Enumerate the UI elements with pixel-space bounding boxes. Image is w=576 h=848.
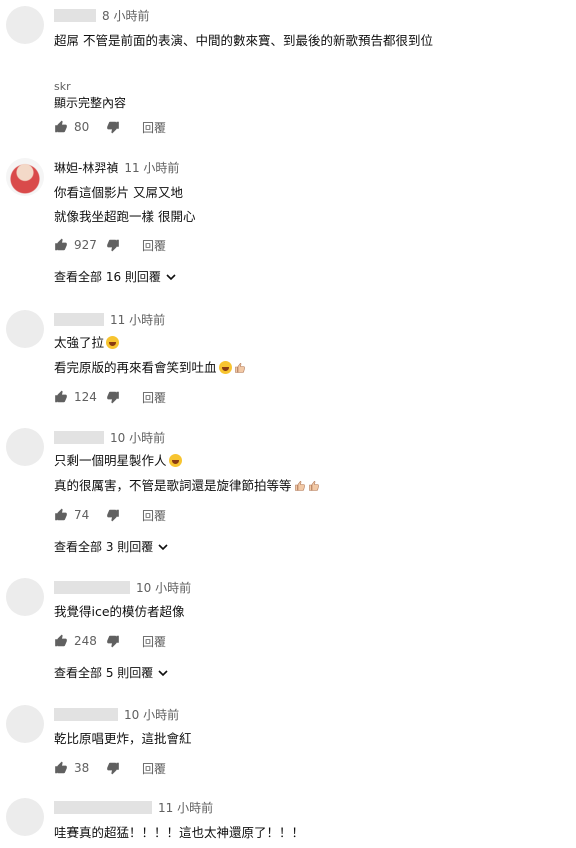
- comment-text: 超屌 不管是前面的表演、中間的數來寶、到最後的新歌預告都很到位: [54, 33, 433, 48]
- reply-button[interactable]: 回覆: [142, 760, 166, 777]
- thumbs-up-icon[interactable]: [54, 390, 68, 404]
- thumbs-up-icon[interactable]: [54, 508, 68, 522]
- reply-button[interactable]: 回覆: [142, 389, 166, 406]
- chevron-down-icon: [166, 273, 176, 280]
- comment-text: 哇賽真的超猛！！！！這也太神還原了！！！: [54, 825, 305, 840]
- author-name-redacted[interactable]: [54, 430, 104, 444]
- thumbs-down-icon[interactable]: [106, 761, 120, 775]
- like-count: 248: [74, 634, 97, 648]
- laughing-emoji-icon: [106, 336, 120, 349]
- comment-text-line-1: 太強了拉: [54, 335, 120, 351]
- view-replies-label: 查看全部 3 則回覆: [54, 540, 154, 554]
- avatar[interactable]: [6, 798, 44, 836]
- thumbs-up-emoji-icon: [234, 362, 245, 373]
- translator-label: skr: [54, 80, 71, 93]
- thumbs-up-emoji-icon: [294, 480, 305, 491]
- thumbs-up-icon[interactable]: [54, 634, 68, 648]
- author-name-redacted[interactable]: [54, 8, 96, 22]
- comment-time[interactable]: 11 小時前: [158, 799, 213, 816]
- comment-time[interactable]: 11 小時前: [110, 311, 165, 328]
- like-count: 927: [74, 238, 97, 252]
- thumbs-down-icon[interactable]: [106, 238, 120, 252]
- comment-text-line-1: 你看這個影片 又屌又地: [54, 185, 183, 200]
- avatar[interactable]: [6, 428, 44, 466]
- thumbs-up-icon[interactable]: [54, 238, 68, 252]
- reply-button[interactable]: 回覆: [142, 237, 166, 254]
- chevron-down-icon: [158, 543, 168, 550]
- thumbs-down-icon[interactable]: [106, 508, 120, 522]
- reply-button[interactable]: 回覆: [142, 633, 166, 650]
- comment-text-line-2: 看完原版的再來看會笑到吐血: [54, 360, 246, 376]
- author-name-redacted[interactable]: [54, 800, 152, 814]
- show-more-link[interactable]: 顯示完整內容: [54, 94, 126, 111]
- comment-time[interactable]: 10 小時前: [124, 706, 179, 723]
- reply-button[interactable]: 回覆: [142, 119, 166, 136]
- thumbs-down-icon[interactable]: [106, 120, 120, 134]
- avatar[interactable]: [6, 6, 44, 44]
- comment-text-line-2: 真的很厲害，不管是歌詞還是旋律節拍等等: [54, 478, 320, 494]
- avatar[interactable]: [6, 705, 44, 743]
- chevron-down-icon: [158, 669, 168, 676]
- view-replies-button[interactable]: 查看全部 3 則回覆: [54, 538, 169, 555]
- comment-text-line-1: 只剩一個明星製作人: [54, 453, 182, 469]
- thumbs-up-icon[interactable]: [54, 120, 68, 134]
- like-count: 74: [74, 508, 90, 522]
- like-count: 80: [74, 120, 90, 134]
- author-name-redacted[interactable]: [54, 707, 118, 721]
- avatar[interactable]: [6, 578, 44, 616]
- reply-button[interactable]: 回覆: [142, 507, 166, 524]
- author-name-redacted[interactable]: [54, 580, 130, 594]
- like-count: 124: [74, 390, 97, 404]
- laughing-emoji-icon: [168, 454, 182, 467]
- comment-text: 我覺得ice的模仿者超像: [54, 604, 185, 619]
- comment-time[interactable]: 10 小時前: [110, 429, 165, 446]
- comment-time[interactable]: 10 小時前: [136, 579, 191, 596]
- view-replies-label: 查看全部 5 則回覆: [54, 666, 154, 680]
- thumbs-down-icon[interactable]: [106, 634, 120, 648]
- author-name[interactable]: 琳妲-林羿禎: [54, 159, 118, 176]
- view-replies-button[interactable]: 查看全部 16 則回覆: [54, 268, 177, 285]
- author-name-redacted[interactable]: [54, 312, 104, 326]
- like-count: 38: [74, 761, 90, 775]
- laughing-emoji-icon: [218, 361, 232, 374]
- avatar[interactable]: [6, 310, 44, 348]
- thumbs-down-icon[interactable]: [106, 390, 120, 404]
- comment-text-line-2: 就像我坐超跑一樣 很開心: [54, 209, 196, 224]
- thumbs-up-emoji-icon: [308, 480, 319, 491]
- view-replies-button[interactable]: 查看全部 5 則回覆: [54, 664, 169, 681]
- view-replies-label: 查看全部 16 則回覆: [54, 270, 161, 284]
- thumbs-up-icon[interactable]: [54, 761, 68, 775]
- comment-time[interactable]: 11 小時前: [124, 159, 179, 176]
- comment-time[interactable]: 8 小時前: [102, 7, 149, 24]
- comment-text: 乾比原唱更炸，這批會紅: [54, 731, 192, 746]
- avatar[interactable]: [6, 158, 44, 196]
